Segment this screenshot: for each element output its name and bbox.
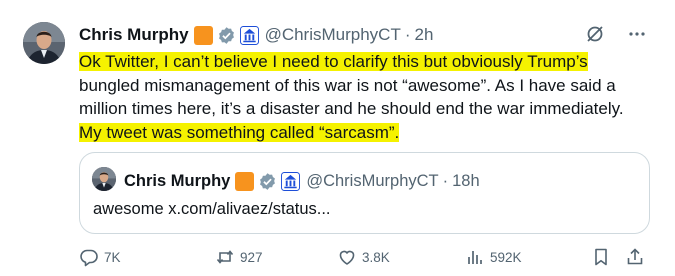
grok-icon[interactable] [585,24,605,44]
tweet: Chris Murphy @ChrisMurphyCT · 2h Ok Twit… [0,0,675,276]
quoted-tweet[interactable]: Chris Murphy @ChrisMurphyCT · 18h awesom… [79,152,650,234]
share-icon [625,247,645,267]
affiliation-badge-icon [235,171,255,191]
bookmark-icon [591,247,611,267]
verified-badge-icon [258,172,277,191]
views-button[interactable]: 592K [465,245,522,269]
heart-icon [337,247,357,267]
author-handle[interactable]: @ChrisMurphyCT [265,25,401,45]
analytics-icon [465,247,485,267]
tweet-header: Chris Murphy @ChrisMurphyCT · 2h [79,23,433,47]
reply-icon [79,247,99,267]
like-button[interactable]: 3.8K [337,245,390,269]
quoted-author-name: Chris Murphy [124,171,231,190]
tweet-text: Ok Twitter, I can’t believe I need to cl… [79,50,639,144]
reply-count: 7K [104,249,121,265]
bookmark-button[interactable] [591,245,611,269]
affiliation-badge-icon[interactable] [193,25,213,45]
tweet-text-line-highlighted: Ok Twitter, I can’t believe I need to cl… [79,52,588,71]
view-count: 592K [490,249,522,265]
tweet-text-line-highlighted: My tweet was something called “sarcasm”. [79,122,400,142]
separator: · [404,25,411,44]
government-badge-icon[interactable] [239,25,259,45]
like-count: 3.8K [362,249,390,265]
more-options-icon[interactable] [627,24,647,44]
repost-icon [215,247,235,267]
tweet-actions-bar: 7K 927 3.8K 592K [79,245,645,269]
separator: · [442,171,449,190]
author-avatar[interactable] [23,22,65,64]
tweet-top-actions [585,24,647,44]
share-button[interactable] [625,245,645,269]
quoted-author-avatar [92,167,116,191]
quoted-tweet-text: awesome x.com/alivaez/status... [93,200,331,218]
verified-badge-icon[interactable] [217,26,236,45]
quoted-author-handle: @ChrisMurphyCT [306,171,439,190]
reply-button[interactable]: 7K [79,245,121,269]
timestamp[interactable]: 2h [415,25,434,45]
tweet-text-line: bungled mismanagement of this war is not… [79,75,616,95]
author-name[interactable]: Chris Murphy [79,25,189,45]
quoted-timestamp: 18h [452,171,480,190]
tweet-text-line: million times here, it’s a disaster and … [79,99,624,118]
repost-count: 927 [240,249,263,265]
repost-button[interactable]: 927 [215,245,263,269]
government-badge-icon [281,171,301,191]
quoted-tweet-header: Chris Murphy @ChrisMurphyCT · 18h [124,170,480,192]
